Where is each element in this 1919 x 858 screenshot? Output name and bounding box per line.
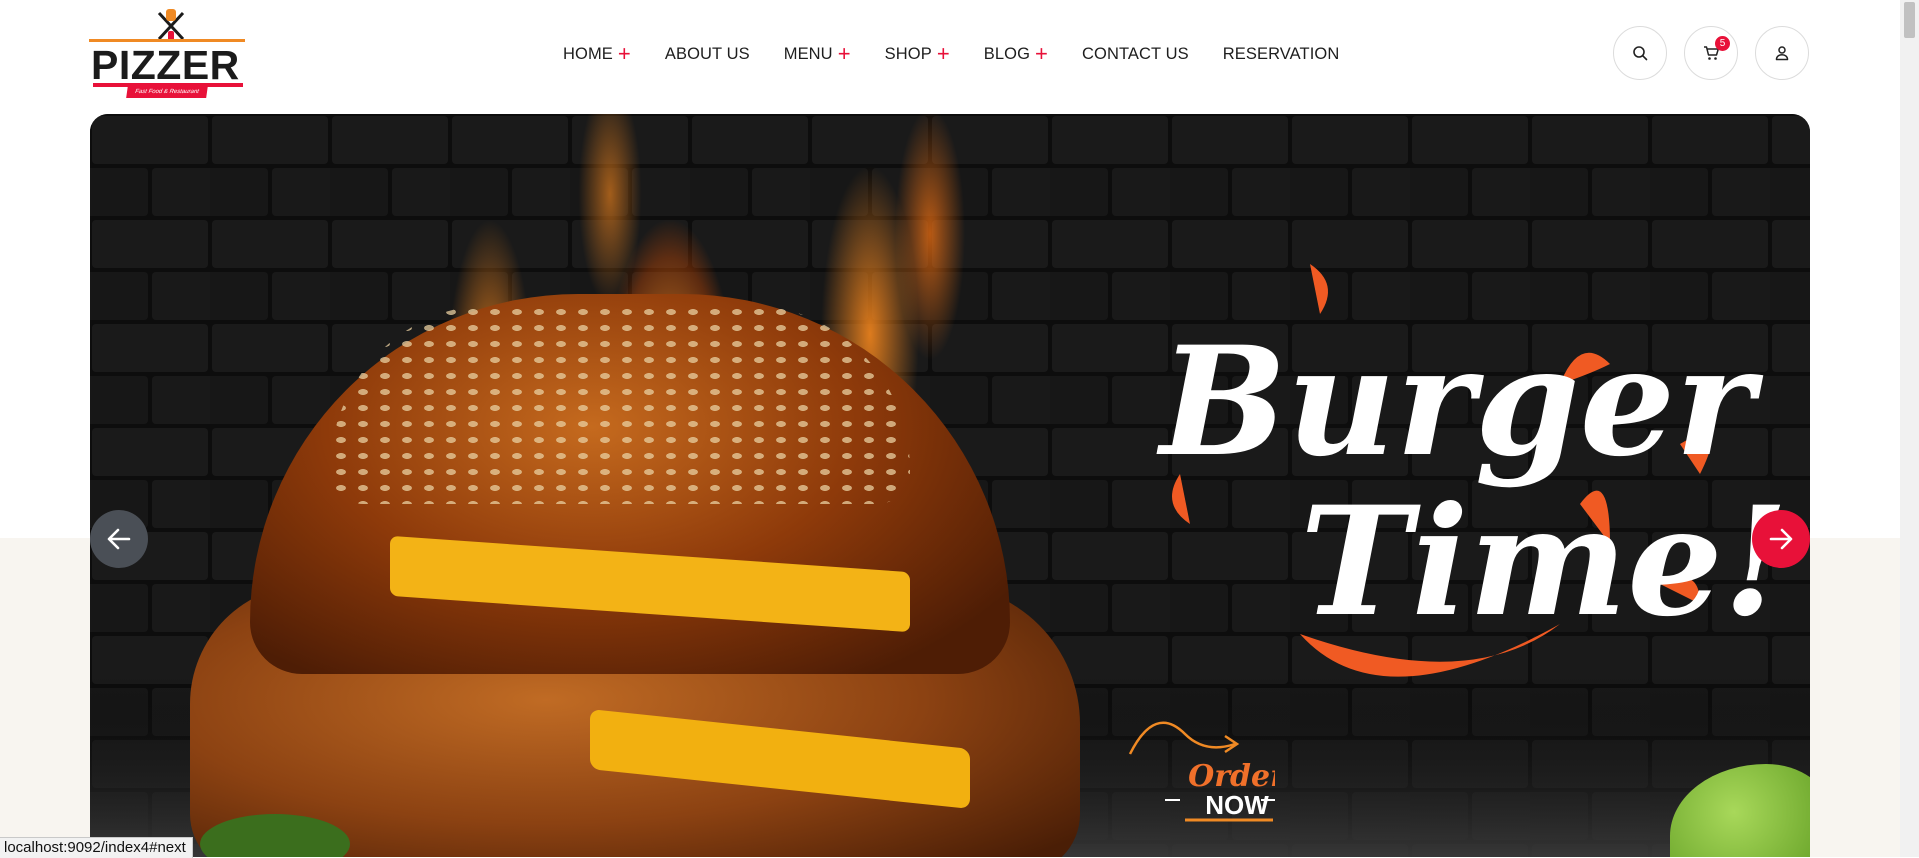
logo-tagline: Fast Food & Restaurant — [126, 86, 208, 98]
site-logo[interactable]: PIZZER Fast Food & Restaurant — [89, 9, 245, 99]
submenu-plus-icon: + — [837, 41, 851, 66]
headline-line2: Time!! — [1300, 474, 1780, 650]
search-icon — [1633, 46, 1648, 61]
submenu-plus-icon: + — [1035, 41, 1048, 66]
nav-item-blog[interactable]: BLOG + — [983, 41, 1048, 66]
nav-item-contact-us[interactable]: CONTACT US — [1082, 45, 1189, 64]
logo-wordmark: PIZZER — [91, 42, 240, 88]
order-now-cta[interactable]: Order NOW — [1125, 714, 1275, 824]
cart-button[interactable]: 5 — [1684, 26, 1738, 80]
sesame-seeds-image — [330, 304, 910, 504]
fork-knife-logo-icon — [157, 9, 185, 41]
nav-item-reservation[interactable]: RESERVATION — [1223, 45, 1340, 64]
browser-status-url: localhost:9092/index4#next — [0, 837, 193, 858]
nav-item-menu[interactable]: MENU + — [783, 41, 851, 66]
nav-item-home[interactable]: HOME + — [563, 41, 631, 66]
nav-item-label: MENU — [783, 44, 833, 63]
arrow-right-icon — [1769, 528, 1793, 550]
nav-item-label: SHOP — [884, 44, 932, 63]
search-button[interactable] — [1613, 26, 1667, 80]
cta-order-text: Order — [1188, 759, 1275, 794]
nav-item-label: HOME — [563, 44, 613, 63]
nav-item-label: BLOG — [983, 44, 1031, 63]
site-header: PIZZER Fast Food & Restaurant HOME + ABO… — [0, 0, 1900, 108]
main-navigation: HOME + ABOUT US MENU + SHOP + BLOG + CON… — [563, 41, 1373, 66]
hero-slider: Burger Time!! Order NOW — [90, 114, 1810, 857]
user-icon — [1775, 46, 1789, 61]
cta-now-text: NOW — [1205, 790, 1269, 820]
nav-item-about-us[interactable]: ABOUT US — [665, 45, 750, 64]
scrollbar-thumb[interactable] — [1904, 2, 1915, 38]
page-scrollbar[interactable] — [1900, 0, 1919, 857]
submenu-plus-icon: + — [617, 41, 631, 66]
nav-item-label: RESERVATION — [1222, 44, 1340, 63]
headline-line1: Burger — [1156, 314, 1764, 490]
nav-item-shop[interactable]: SHOP + — [884, 41, 950, 66]
arrow-left-icon — [107, 528, 131, 550]
burger-time-headline: Burger Time!! — [1156, 264, 1780, 677]
nav-item-label: ABOUT US — [664, 44, 750, 63]
cart-count-badge: 5 — [1715, 36, 1730, 51]
slider-next-button[interactable] — [1752, 510, 1810, 568]
nav-item-label: CONTACT US — [1082, 44, 1189, 63]
account-button[interactable] — [1755, 26, 1809, 80]
slider-prev-button[interactable] — [90, 510, 148, 568]
submenu-plus-icon: + — [936, 41, 950, 66]
